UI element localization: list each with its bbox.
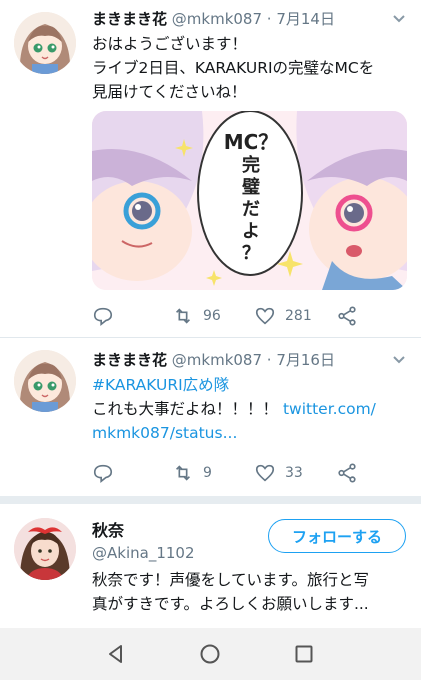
handle[interactable]: @mkmk087 [172, 10, 262, 28]
tweet-text: おはようございます！ ライブ2日目、KARAKURIの完璧なMCを 見届けてくだ… [92, 32, 411, 104]
chevron-down-icon[interactable] [391, 352, 407, 368]
section-divider [0, 496, 421, 504]
tweet-line: おはようございます！ [92, 35, 248, 53]
tweet-actions: 96 281 [92, 303, 392, 329]
tweet-date[interactable]: 7月16日 [276, 351, 335, 369]
profile-avatar[interactable] [14, 518, 76, 580]
tweet-text: #KARAKURI広め隊 これも大事だよね！！！！ twitter.com/ m… [92, 373, 411, 445]
bio-line: 秋奈です！声優をしています。旅行と写 [92, 571, 369, 589]
home-icon[interactable] [198, 642, 222, 666]
chevron-down-icon[interactable] [391, 11, 407, 27]
tweet-date[interactable]: 7月14日 [276, 10, 335, 28]
speech-bubble-text: MC？ 完 璧 だ よ ？ [220, 129, 282, 265]
tweet-actions: 9 33 [92, 460, 392, 486]
bubble-line: MC？ [223, 130, 279, 154]
avatar[interactable] [14, 350, 76, 412]
share-icon [338, 463, 356, 483]
tweet-line: mkmk087/status... [92, 421, 411, 445]
follow-button[interactable]: フォローする [268, 519, 406, 553]
heart-icon [255, 464, 275, 482]
tweet-line: #KARAKURI広め隊 [92, 373, 411, 397]
bubble-line: よ [242, 221, 260, 242]
retweet-button[interactable]: 9 [172, 460, 212, 486]
like-count: 33 [285, 465, 303, 481]
reply-button[interactable] [92, 460, 123, 486]
back-icon[interactable] [104, 642, 128, 666]
share-button[interactable] [336, 460, 358, 486]
url-link[interactable]: twitter.com/ [283, 400, 376, 418]
url-link[interactable]: mkmk087/status... [92, 424, 237, 442]
tweet-1[interactable]: まきまき花 @mkmk087 · 7月14日 おはようございます！ ライブ2日目… [0, 0, 421, 336]
bubble-line: 璧 [242, 177, 260, 198]
tweet-header: まきまき花 @mkmk087 · 7月14日 [92, 8, 407, 29]
hashtag-link[interactable]: #KARAKURI広め隊 [92, 376, 229, 394]
bubble-line: だ [242, 199, 260, 220]
tweet-media-image[interactable]: MC？ 完 璧 だ よ ？ [92, 111, 407, 290]
reply-icon [93, 464, 113, 483]
retweet-icon [175, 465, 191, 481]
recents-icon[interactable] [292, 642, 316, 666]
retweet-button[interactable]: 96 [172, 303, 221, 329]
profile-bio: 秋奈です！声優をしています。旅行と写 真がすきです。よろしくお願いします... [92, 568, 411, 616]
share-button[interactable] [336, 303, 358, 329]
retweet-count: 96 [203, 308, 221, 324]
dot-separator: · [262, 351, 277, 369]
bubble-line: ？ [242, 243, 260, 264]
heart-icon [255, 307, 275, 325]
system-nav-bar [0, 628, 421, 680]
reply-icon [93, 307, 113, 326]
reply-button[interactable] [92, 303, 123, 329]
tweet-line: ライブ2日目、KARAKURIの完璧なMCを [92, 59, 375, 77]
like-button[interactable]: 33 [254, 460, 303, 486]
anime-avatar-icon [14, 12, 76, 74]
tweet-line-text: これも大事だよね！！！！ [92, 400, 283, 418]
share-icon [338, 306, 356, 326]
person-photo-icon [14, 518, 76, 580]
display-name[interactable]: まきまき花 [92, 351, 167, 369]
tweet-line: 見届けてくださいね！ [92, 83, 247, 101]
display-name[interactable]: まきまき花 [92, 10, 167, 28]
like-button[interactable]: 281 [254, 303, 312, 329]
retweet-count: 9 [203, 465, 212, 481]
retweet-icon [175, 308, 191, 324]
avatar[interactable] [14, 12, 76, 74]
anime-avatar-icon [14, 350, 76, 412]
handle[interactable]: @mkmk087 [172, 351, 262, 369]
dot-separator: · [262, 10, 277, 28]
tweet-2[interactable]: まきまき花 @mkmk087 · 7月16日 #KARAKURI広め隊 これも大… [0, 338, 421, 494]
bubble-line: 完 [242, 155, 260, 176]
bio-line: 真がすきです。よろしくお願いします... [92, 595, 369, 613]
tweet-line: これも大事だよね！！！！ twitter.com/ [92, 397, 411, 421]
tweet-header: まきまき花 @mkmk087 · 7月16日 [92, 349, 407, 370]
like-count: 281 [285, 308, 312, 324]
